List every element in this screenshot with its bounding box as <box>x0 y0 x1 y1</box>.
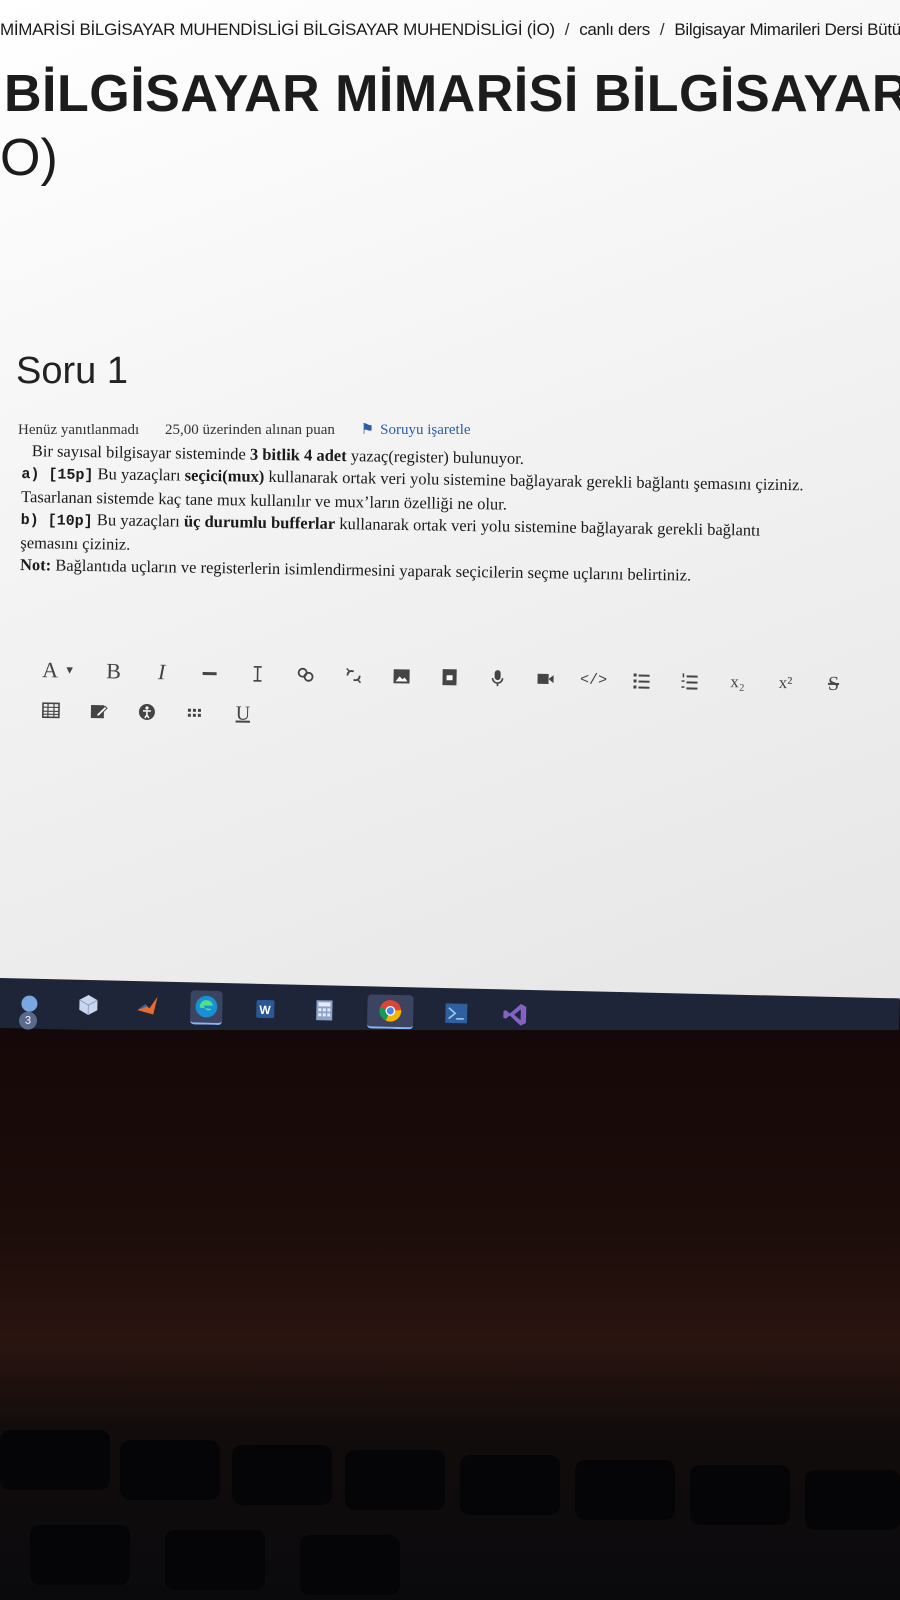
code-icon[interactable]: </> <box>575 664 612 695</box>
browser-screen: MİMARİSİ BİLGİSAYAR MUHENDİSLİGİ BİLGİSA… <box>0 0 900 1000</box>
keyboard-key <box>300 1535 400 1595</box>
flag-label: Soruyu işaretle <box>380 422 471 438</box>
link-icon[interactable] <box>287 659 324 690</box>
underline-icon[interactable]: U <box>225 698 262 729</box>
course-title: BİLGİSAYAR MİMARİSİ BİLGİSAYAR M <box>4 65 900 123</box>
question-info: Henüz yanıtlanmadı 25,00 üzerinden alına… <box>18 420 515 439</box>
visual-studio-icon[interactable] <box>499 998 532 1031</box>
keyboard-key <box>30 1525 130 1585</box>
flag-question-link[interactable]: ⚑ Soruyu işaretle <box>361 422 493 438</box>
matlab-icon[interactable] <box>131 990 164 1023</box>
video-icon[interactable] <box>527 664 564 695</box>
keyboard-key <box>690 1465 790 1525</box>
bullet-list-icon[interactable] <box>623 665 660 696</box>
keyboard-key <box>345 1450 445 1510</box>
accessibility-icon[interactable] <box>129 697 166 728</box>
breadcrumb-separator: / <box>659 20 665 39</box>
editor-toolbar: A ▼ B I </> x₂ x² S U <box>33 650 894 745</box>
calculator-icon[interactable] <box>308 994 341 1027</box>
svg-text:W: W <box>259 1003 271 1017</box>
question-points: 25,00 üzerinden alınan puan <box>164 422 335 438</box>
flag-icon: ⚑ <box>360 422 375 438</box>
table-icon[interactable] <box>33 695 70 726</box>
keyboard-key <box>805 1470 900 1530</box>
breadcrumb-separator: / <box>564 20 570 39</box>
breadcrumb-exam[interactable]: Bilgisayar Mimarileri Dersi Bütünlem <box>674 20 900 39</box>
chrome-icon[interactable] <box>366 994 414 1030</box>
numbered-list-icon[interactable] <box>671 666 708 697</box>
keyboard-key <box>575 1460 675 1520</box>
grid-icon[interactable] <box>177 698 214 729</box>
keyboard-key <box>460 1455 560 1515</box>
3d-cube-icon[interactable] <box>72 989 105 1022</box>
font-icon[interactable]: A ▼ <box>33 655 84 686</box>
horizontal-rule-icon[interactable] <box>191 658 228 689</box>
keyboard-key <box>165 1530 265 1590</box>
weather-icon[interactable]: 3 <box>13 987 46 1030</box>
breadcrumb-course[interactable]: MİMARİSİ BİLGİSAYAR MUHENDİSLİGİ BİLGİSA… <box>0 20 555 39</box>
strikethrough-icon[interactable]: S <box>815 669 852 700</box>
course-title-continued: O) <box>0 129 58 187</box>
media-icon[interactable] <box>431 662 468 693</box>
subscript-icon[interactable]: x₂ <box>719 667 756 698</box>
breadcrumb: MİMARİSİ BİLGİSAYAR MUHENDİSLİGİ BİLGİSA… <box>0 20 900 40</box>
remote-desktop-icon[interactable] <box>440 997 473 1030</box>
keyboard-key <box>0 1430 110 1490</box>
laptop-keyboard-area <box>0 1030 900 1600</box>
notification-badge: 3 <box>18 1011 38 1030</box>
keyboard-key <box>120 1440 220 1500</box>
word-icon[interactable]: W <box>249 993 282 1026</box>
bold-icon[interactable]: B <box>95 656 132 687</box>
clear-format-icon[interactable] <box>239 659 276 690</box>
breadcrumb-section[interactable]: canlı ders <box>579 20 650 39</box>
unlink-icon[interactable] <box>335 660 372 691</box>
question-text: Bir sayısal bilgisayar sisteminde 3 bitl… <box>20 440 812 588</box>
microphone-icon[interactable] <box>479 663 516 694</box>
italic-icon[interactable]: I <box>143 657 180 688</box>
question-status: Henüz yanıtlanmadı <box>18 422 140 438</box>
question-title: Soru 1 <box>16 350 128 392</box>
keyboard-key <box>232 1445 332 1505</box>
superscript-icon[interactable]: x² <box>767 668 804 699</box>
edge-icon[interactable] <box>189 990 223 1026</box>
image-icon[interactable] <box>383 661 420 692</box>
edit-icon[interactable] <box>81 696 118 727</box>
